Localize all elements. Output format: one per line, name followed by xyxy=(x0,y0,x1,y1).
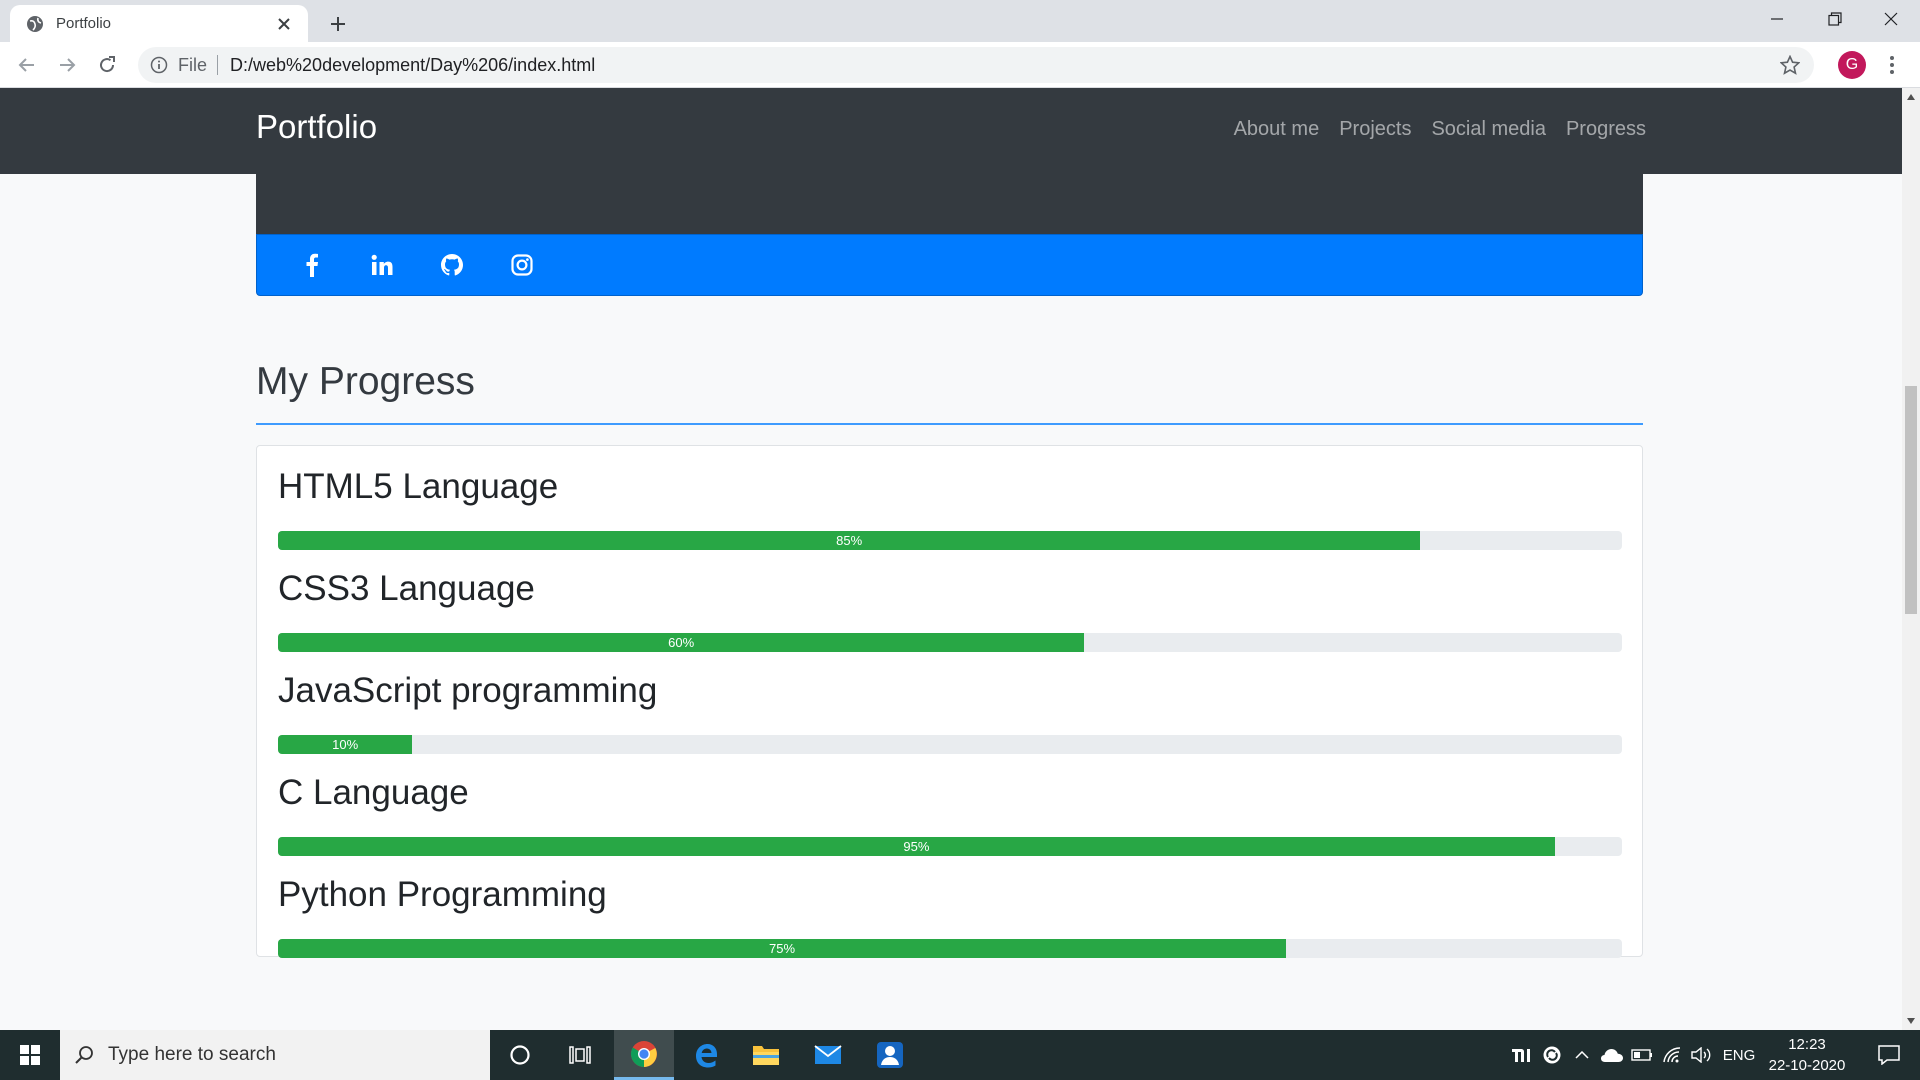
facebook-icon[interactable] xyxy=(299,252,325,278)
taskbar-search-box[interactable]: Type here to search xyxy=(60,1030,490,1080)
progress-bar: 75% xyxy=(278,939,1286,958)
progress-track: 85% xyxy=(278,531,1622,550)
address-bar[interactable]: File D:/web%20development/Day%206/index.… xyxy=(138,47,1814,83)
progress-bar: 60% xyxy=(278,633,1085,652)
profile-card-bottom xyxy=(256,174,1643,234)
sync-tray-icon[interactable] xyxy=(1538,1030,1566,1080)
battery-icon[interactable] xyxy=(1628,1030,1656,1080)
linkedin-icon[interactable] xyxy=(369,252,395,278)
wifi-icon[interactable] xyxy=(1658,1030,1686,1080)
edge-icon[interactable] xyxy=(676,1030,736,1080)
url-text[interactable]: D:/web%20development/Day%206/index.html xyxy=(230,55,595,76)
page-scrollbar[interactable] xyxy=(1902,88,1920,1030)
nav-links: About me Projects Social media Progress xyxy=(1234,118,1646,141)
github-icon[interactable] xyxy=(439,252,465,278)
progress-track: 10% xyxy=(278,735,1622,754)
url-separator xyxy=(217,55,219,75)
file-explorer-icon[interactable] xyxy=(736,1030,796,1080)
scroll-down-arrow-icon[interactable] xyxy=(1902,1012,1920,1030)
cortana-icon[interactable] xyxy=(490,1030,550,1080)
instagram-icon[interactable] xyxy=(509,252,535,278)
chrome-menu-icon[interactable] xyxy=(1880,50,1904,80)
social-links-bar xyxy=(256,234,1643,296)
progress-section-title: My Progress xyxy=(256,360,475,403)
nav-projects[interactable]: Projects xyxy=(1339,118,1411,141)
skill-item: Python Programming 75% xyxy=(278,873,1622,958)
tab-title: Portfolio xyxy=(56,15,112,32)
close-window-button[interactable] xyxy=(1862,0,1920,38)
taskbar-clock[interactable]: 12:23 22-10-2020 xyxy=(1762,1034,1852,1076)
notifications-icon[interactable] xyxy=(1864,1030,1914,1080)
info-icon[interactable] xyxy=(150,56,168,74)
nav-social-media[interactable]: Social media xyxy=(1431,118,1546,141)
chrome-taskbar-icon[interactable] xyxy=(614,1030,674,1080)
progress-bar: 10% xyxy=(278,735,413,754)
people-app-icon[interactable] xyxy=(860,1030,920,1080)
skill-item: JavaScript programming 10% xyxy=(278,669,1622,754)
profile-avatar[interactable]: G xyxy=(1838,51,1866,79)
chevron-up-icon[interactable] xyxy=(1570,1030,1594,1080)
mi-tray-icon[interactable] xyxy=(1508,1030,1536,1080)
page-viewport: Portfolio About me Projects Social media… xyxy=(0,88,1902,1030)
windows-start-icon[interactable] xyxy=(0,1030,60,1080)
globe-icon xyxy=(27,15,43,32)
language-indicator[interactable]: ENG xyxy=(1720,1030,1758,1080)
skill-item: HTML5 Language 85% xyxy=(278,465,1622,550)
nav-progress[interactable]: Progress xyxy=(1566,118,1646,141)
search-icon xyxy=(75,1046,93,1064)
reload-button[interactable] xyxy=(92,50,122,80)
scrollbar-thumb[interactable] xyxy=(1905,386,1917,614)
progress-track: 75% xyxy=(278,939,1622,958)
skill-item: CSS3 Language 60% xyxy=(278,567,1622,652)
bookmark-star-icon[interactable] xyxy=(1778,53,1802,77)
skill-name: HTML5 Language xyxy=(278,467,559,506)
site-navbar: Portfolio About me Projects Social media… xyxy=(0,88,1902,174)
new-tab-button[interactable] xyxy=(322,8,354,40)
restore-button[interactable] xyxy=(1806,0,1864,38)
skill-item: C Language 95% xyxy=(278,771,1622,856)
clock-date: 22-10-2020 xyxy=(1768,1057,1846,1074)
progress-bar: 95% xyxy=(278,837,1555,856)
task-view-icon[interactable] xyxy=(550,1030,610,1080)
progress-bar: 85% xyxy=(278,531,1421,550)
onedrive-icon[interactable] xyxy=(1598,1030,1626,1080)
minimize-button[interactable] xyxy=(1748,0,1806,38)
back-button[interactable] xyxy=(12,50,42,80)
browser-tab-strip: Portfolio xyxy=(0,0,1920,42)
section-divider xyxy=(256,423,1643,425)
clock-time: 12:23 xyxy=(1788,1036,1826,1053)
nav-about-me[interactable]: About me xyxy=(1234,118,1320,141)
skill-name: CSS3 Language xyxy=(278,569,535,608)
browser-toolbar: File D:/web%20development/Day%206/index.… xyxy=(0,42,1920,88)
volume-icon[interactable] xyxy=(1688,1030,1716,1080)
skill-name: Python Programming xyxy=(278,875,607,914)
skill-name: C Language xyxy=(278,773,469,812)
progress-card: HTML5 Language 85% CSS3 Language 60% Jav… xyxy=(256,445,1643,958)
close-tab-icon[interactable] xyxy=(272,12,296,36)
progress-track: 95% xyxy=(278,837,1622,856)
windows-taskbar: Type here to search ENG 12:23 22-10-2020 xyxy=(0,1030,1920,1080)
mail-icon[interactable] xyxy=(798,1030,858,1080)
browser-tab[interactable]: Portfolio xyxy=(10,5,308,42)
forward-button[interactable] xyxy=(52,50,82,80)
url-scheme-label: File xyxy=(178,54,208,75)
site-brand[interactable]: Portfolio xyxy=(256,108,377,146)
scroll-up-arrow-icon[interactable] xyxy=(1902,88,1920,106)
taskbar-search-placeholder: Type here to search xyxy=(108,1044,276,1065)
progress-track: 60% xyxy=(278,633,1622,652)
skill-name: JavaScript programming xyxy=(278,671,658,710)
